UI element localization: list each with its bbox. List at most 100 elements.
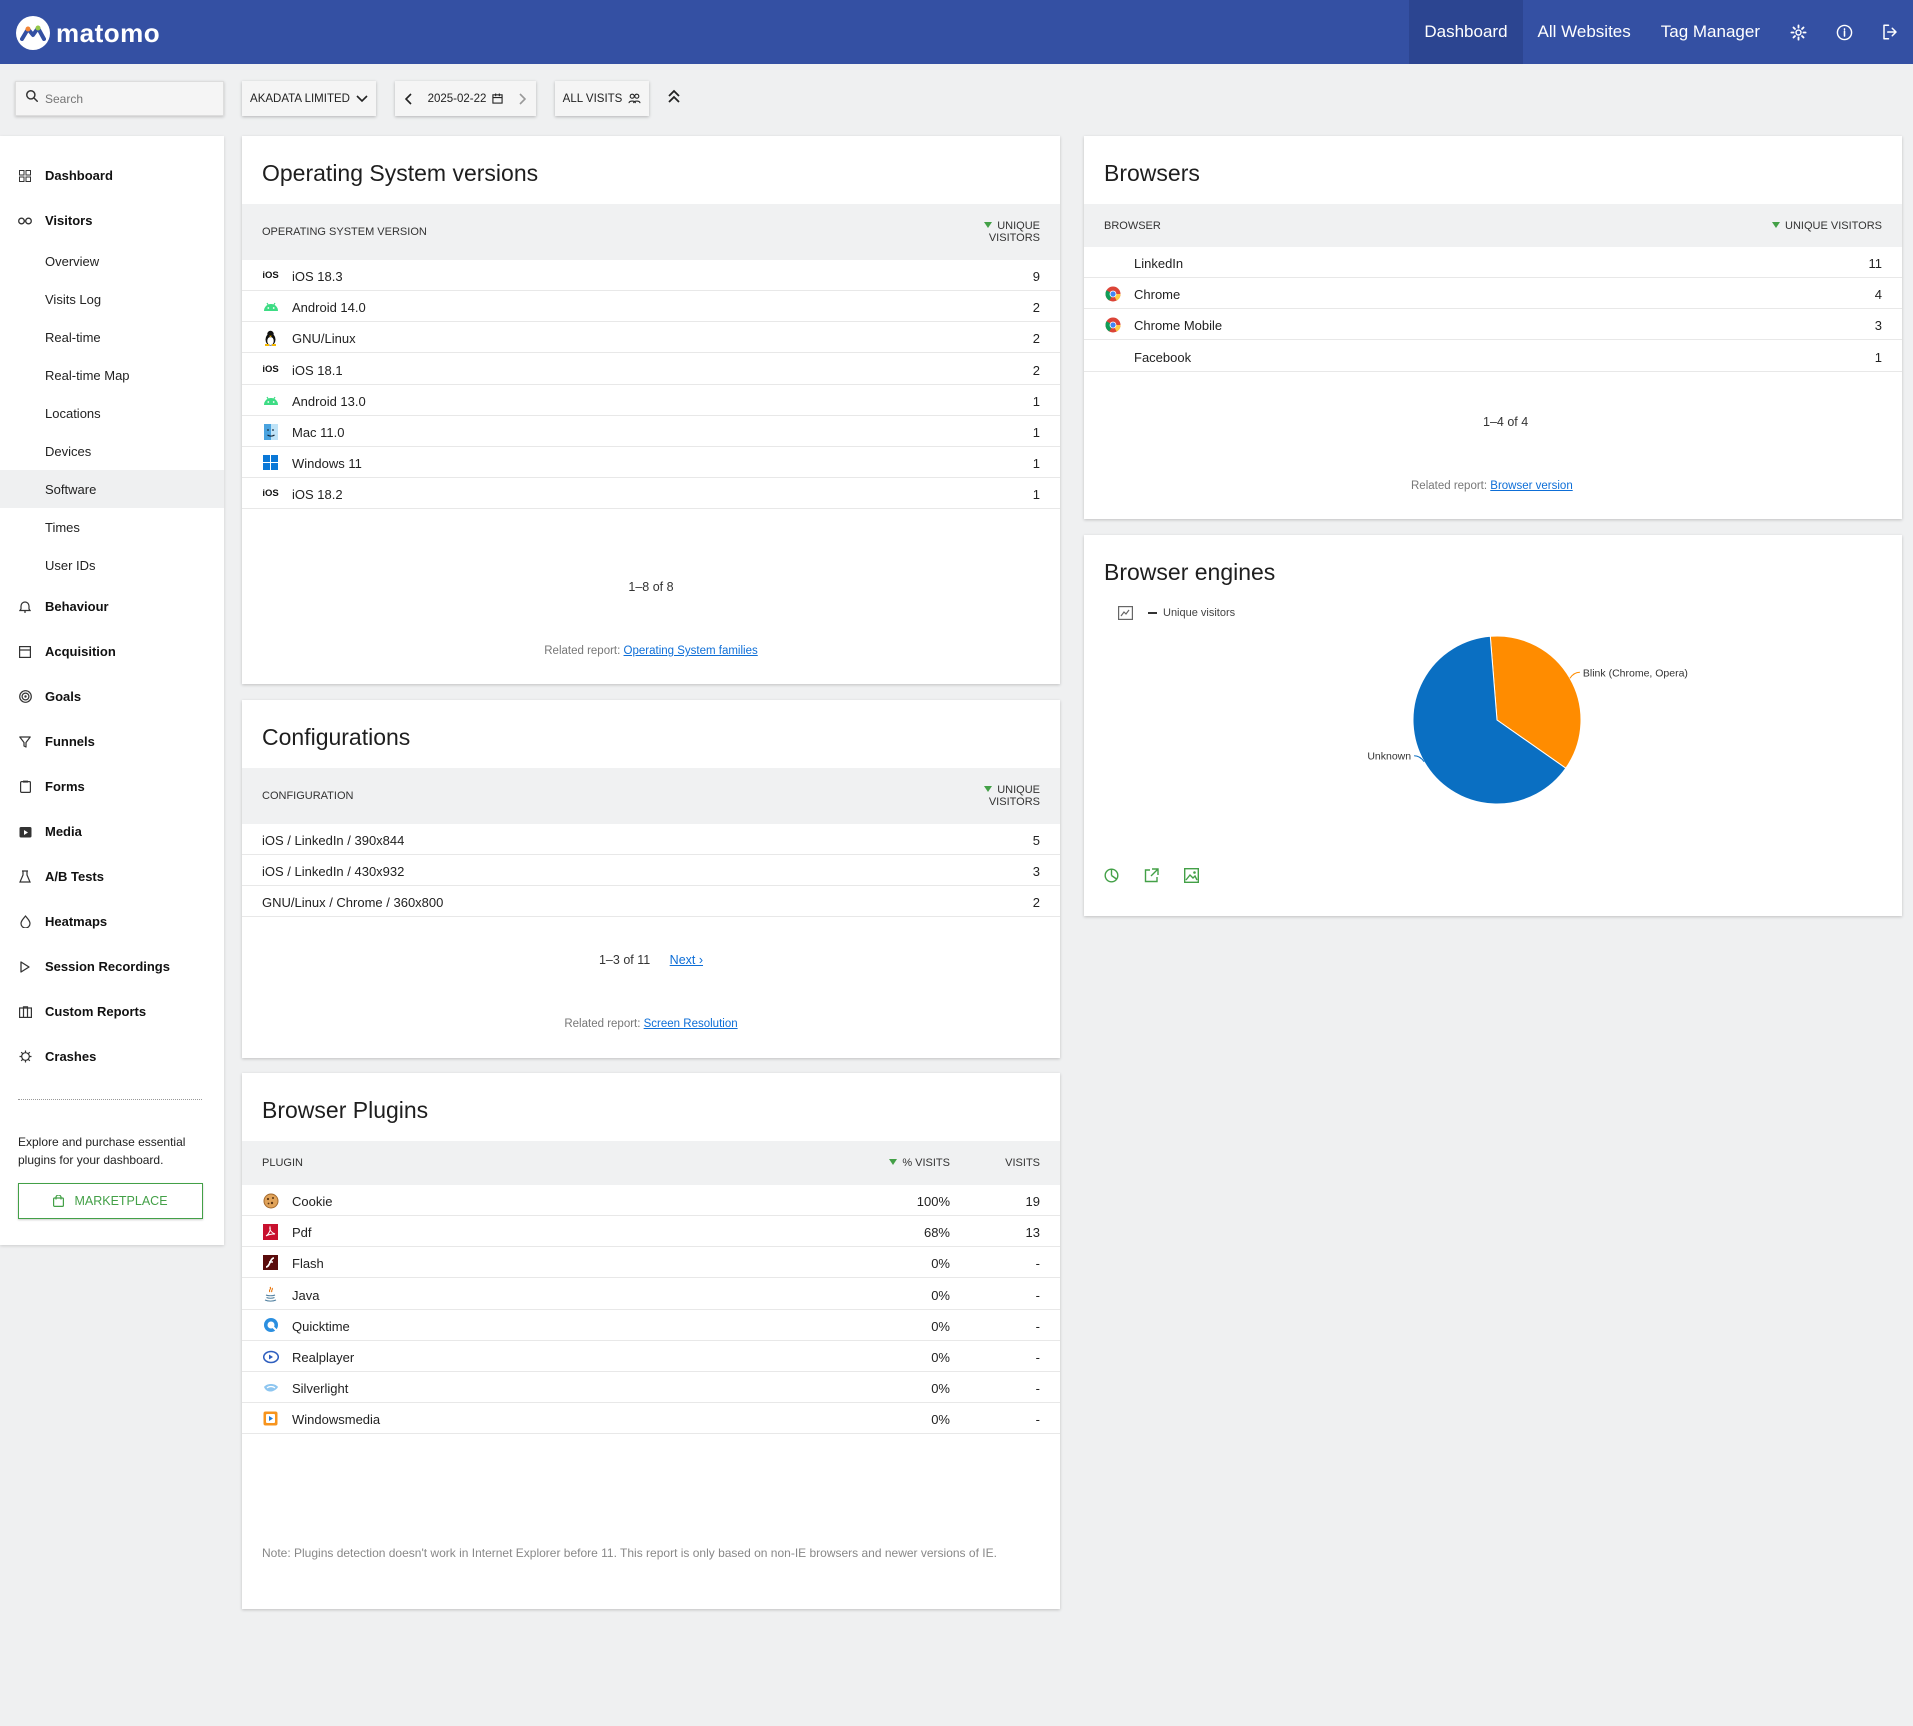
table-row[interactable]: Chrome 4 xyxy=(1084,278,1902,310)
widget-title: Browser engines xyxy=(1104,559,1276,585)
sidebar-category-heatmaps[interactable]: Heatmaps xyxy=(18,914,107,929)
date-selector[interactable]: 2025-02-22 xyxy=(395,81,536,116)
realplayer-icon xyxy=(262,1348,279,1365)
nav-dashboard[interactable]: Dashboard xyxy=(1409,0,1523,64)
previous-period-icon[interactable] xyxy=(405,92,413,105)
table-row[interactable]: Chrome Mobile 3 xyxy=(1084,309,1902,341)
table-row[interactable]: LinkedIn 11 xyxy=(1084,247,1902,278)
table-row[interactable]: iOS iOS 18.3 9 xyxy=(242,260,1060,291)
marketplace-button[interactable]: MARKETPLACE xyxy=(18,1183,203,1219)
table-row[interactable]: GNU/Linux 2 xyxy=(242,322,1060,354)
sort-desc-icon xyxy=(984,786,993,792)
next-period-icon[interactable] xyxy=(518,92,526,105)
table-row[interactable]: iOS iOS 18.2 1 xyxy=(242,478,1060,510)
related-report-link[interactable]: Screen Resolution xyxy=(644,1018,738,1030)
sidebar-category-ab-tests[interactable]: A/B Tests xyxy=(18,869,104,884)
table-row[interactable]: Pdf 68% 13 xyxy=(242,1216,1060,1248)
table-row[interactable]: Windows 11 1 xyxy=(242,447,1060,479)
sidebar-item-real-time[interactable]: Real-time xyxy=(0,318,224,356)
sidebar-item-user-ids[interactable]: User IDs xyxy=(0,546,224,584)
row-visits: - xyxy=(1035,1287,1040,1303)
sidebar-item-overview[interactable]: Overview xyxy=(0,242,224,280)
sidebar-category-label: Funnels xyxy=(45,734,95,749)
related-report: Related report: Screen Resolution xyxy=(242,1018,1060,1030)
table-row[interactable]: Flash 0% - xyxy=(242,1247,1060,1279)
column-header-unique-visitors[interactable]: UNIQUE VISITORS xyxy=(970,220,1040,244)
related-report-link[interactable]: Operating System families xyxy=(624,645,758,657)
custom-reports-icon xyxy=(18,1005,32,1019)
sidebar-category-dashboard[interactable]: Dashboard xyxy=(18,168,113,183)
pagination-info: 1–8 of 8 xyxy=(628,580,674,594)
bug-icon xyxy=(18,1050,32,1064)
table-row[interactable]: Android 13.0 1 xyxy=(242,385,1060,416)
table-row[interactable]: Realplayer 0% - xyxy=(242,1341,1060,1372)
browser-engines-widget: Browser engines Unique visitors Blink (C… xyxy=(1084,535,1902,916)
column-header-unique-visitors[interactable]: UNIQUE VISITORS xyxy=(1772,220,1882,232)
matomo-logo[interactable]: matomo xyxy=(16,16,160,50)
table-row[interactable]: Quicktime 0% - xyxy=(242,1310,1060,1341)
sidebar-category-label: Media xyxy=(45,824,82,839)
table-row[interactable]: iOS iOS 18.1 2 xyxy=(242,354,1060,385)
sidebar-category-forms[interactable]: Forms xyxy=(18,779,85,794)
calendar-icon xyxy=(492,93,504,104)
settings-gear-icon[interactable] xyxy=(1775,0,1821,64)
sidebar-item-software[interactable]: Software xyxy=(0,470,224,508)
table-row[interactable]: Mac 11.0 1 xyxy=(242,416,1060,447)
sidebar-category-label: Session Recordings xyxy=(45,959,170,974)
nav-all-websites[interactable]: All Websites xyxy=(1523,0,1646,64)
image-export-icon[interactable] xyxy=(1184,868,1199,883)
table-row[interactable]: Java 0% - xyxy=(242,1279,1060,1310)
table-row[interactable]: Facebook 1 xyxy=(1084,341,1902,372)
nav-tag-manager[interactable]: Tag Manager xyxy=(1646,0,1775,64)
row-value: 2 xyxy=(1032,895,1040,911)
sidebar-category-behaviour[interactable]: Behaviour xyxy=(18,599,109,614)
column-header-unique-visitors[interactable]: UNIQUE VISITORS xyxy=(970,784,1040,808)
sidebar-item-visits-log[interactable]: Visits Log xyxy=(0,280,224,318)
column-header-os[interactable]: OPERATING SYSTEM VERSION xyxy=(262,226,427,238)
next-page-link[interactable]: Next › xyxy=(670,953,703,967)
sidebar-item-locations[interactable]: Locations xyxy=(0,394,224,432)
sidebar-item-devices[interactable]: Devices xyxy=(0,432,224,470)
table-row[interactable]: Silverlight 0% - xyxy=(242,1372,1060,1404)
column-header-browser[interactable]: BROWSER xyxy=(1104,220,1161,232)
search-box[interactable] xyxy=(15,81,224,116)
row-visits: 13 xyxy=(1025,1225,1040,1241)
date-display[interactable]: 2025-02-22 xyxy=(428,93,504,105)
search-input[interactable] xyxy=(45,91,205,106)
sidebar-category-funnels[interactable]: Funnels xyxy=(18,734,95,749)
column-header-plugin[interactable]: PLUGIN xyxy=(262,1157,303,1169)
sidebar-item-times[interactable]: Times xyxy=(0,508,224,546)
row-value: 5 xyxy=(1032,833,1040,848)
sidebar-category-session-recordings[interactable]: Session Recordings xyxy=(18,959,170,974)
logout-icon[interactable] xyxy=(1867,0,1913,64)
table-row[interactable]: Windowsmedia 0% - xyxy=(242,1403,1060,1435)
help-info-icon[interactable] xyxy=(1821,0,1867,64)
sidebar-item-real-time-map[interactable]: Real-time Map xyxy=(0,356,224,394)
export-icon[interactable] xyxy=(1144,868,1159,883)
java-icon xyxy=(262,1286,279,1303)
table-row[interactable]: Android 14.0 2 xyxy=(242,291,1060,323)
column-header-visits[interactable]: VISITS xyxy=(1005,1157,1040,1169)
marketplace-label: MARKETPLACE xyxy=(74,1194,168,1208)
column-header-configuration[interactable]: CONFIGURATION xyxy=(262,790,353,802)
sidebar-category-crashes[interactable]: Crashes xyxy=(18,1049,96,1064)
table-row[interactable]: GNU/Linux / Chrome / 360x800 2 xyxy=(242,886,1060,918)
column-header-pct-visits[interactable]: % VISITS xyxy=(889,1157,950,1169)
sidebar-category-custom-reports[interactable]: Custom Reports xyxy=(18,1004,146,1019)
row-label: iOS / LinkedIn / 430x932 xyxy=(262,864,405,880)
sidebar-category-acquisition[interactable]: Acquisition xyxy=(18,644,116,659)
row-value: 11 xyxy=(1868,256,1883,271)
sidebar-category-goals[interactable]: Goals xyxy=(18,689,81,704)
related-report-link[interactable]: Browser version xyxy=(1490,480,1572,492)
sidebar-category-visitors[interactable]: Visitors xyxy=(18,213,92,228)
table-row[interactable]: Cookie 100% 19 xyxy=(242,1185,1060,1216)
table-row[interactable]: iOS / LinkedIn / 390x844 5 xyxy=(242,824,1060,855)
linux-icon xyxy=(262,329,279,346)
table-row[interactable]: iOS / LinkedIn / 430x932 3 xyxy=(242,855,1060,887)
chrome-icon xyxy=(1104,316,1121,333)
pie-chart-icon[interactable] xyxy=(1104,868,1119,883)
segment-selector[interactable]: ALL VISITS xyxy=(555,81,649,116)
site-selector[interactable]: AKADATA LIMITED xyxy=(242,81,376,116)
sidebar-category-media[interactable]: Media xyxy=(18,824,82,839)
collapse-toolbar-icon[interactable] xyxy=(667,88,681,109)
